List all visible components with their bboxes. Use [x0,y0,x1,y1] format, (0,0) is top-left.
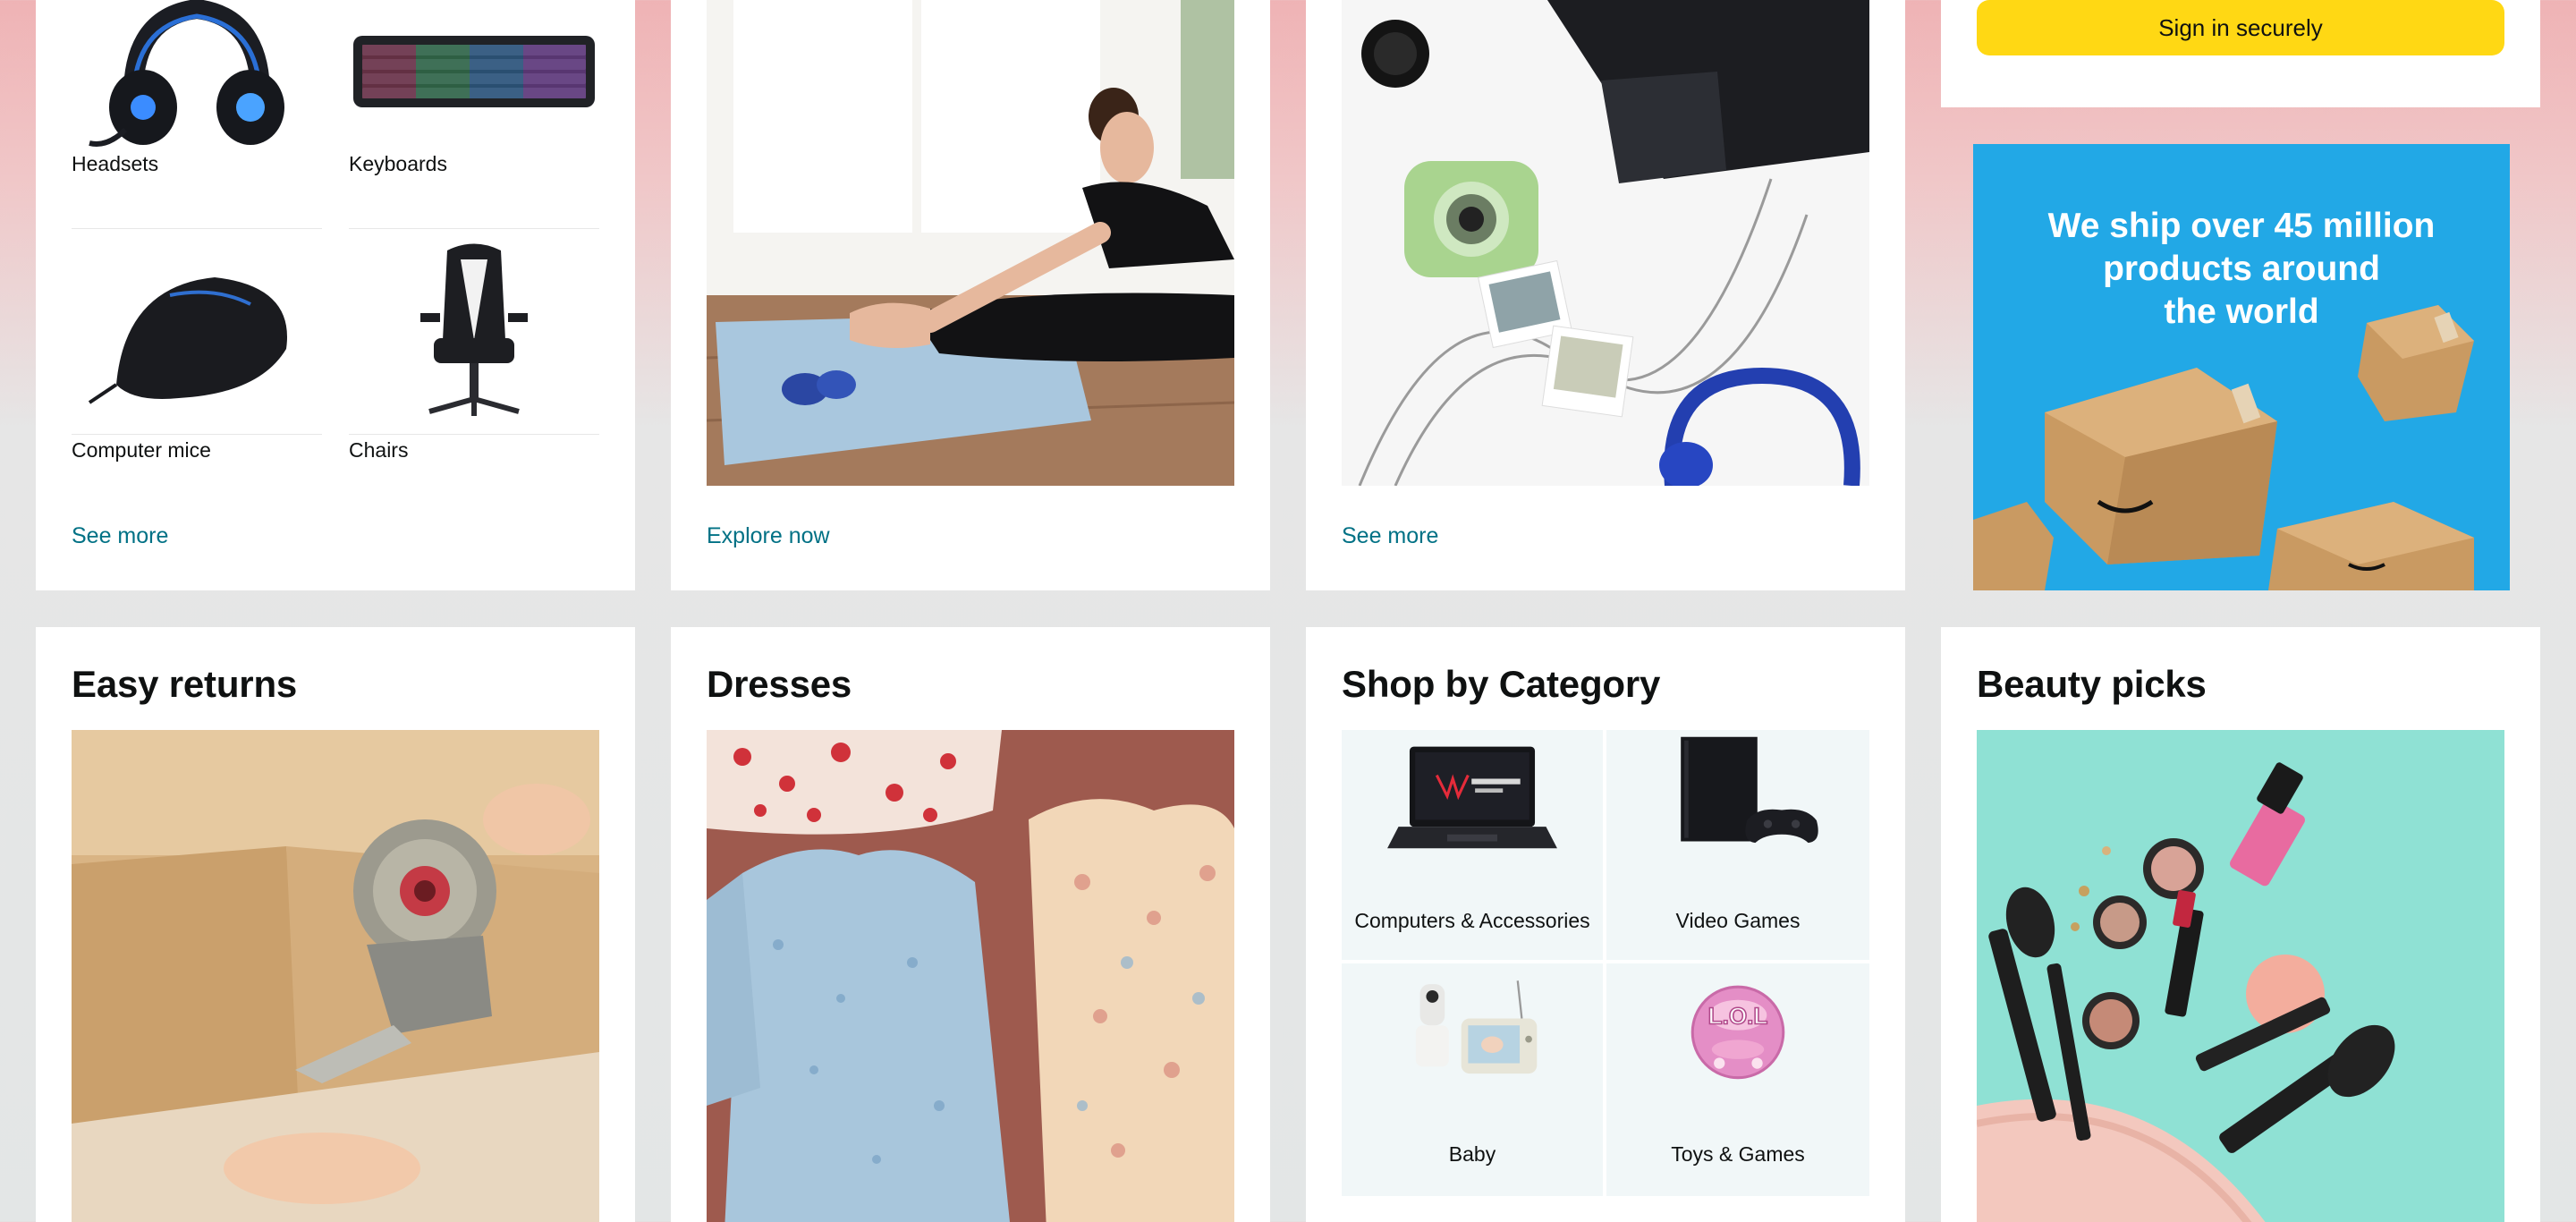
fitness-card: Explore now [671,0,1270,590]
tape-dispenser-image[interactable] [72,730,599,1222]
category-computers-accessories[interactable]: Computers & Accessories [1342,730,1603,960]
baby-monitor-icon [1415,980,1538,1074]
yoga-stretch-image[interactable] [707,0,1234,486]
tile-label-headsets[interactable]: Headsets [72,152,158,176]
game-console-icon [1681,736,1818,844]
desk-flatlay-image[interactable] [1342,0,1869,486]
tile-divider [349,434,599,435]
explore-now-link[interactable]: Explore now [707,523,830,549]
headset-image[interactable] [72,0,322,148]
svg-text:L.O.L: L.O.L [1708,1003,1768,1030]
tile-label-computer-mice[interactable]: Computer mice [72,438,211,462]
gaming-chair-image[interactable] [349,233,599,434]
dresses-image[interactable] [707,730,1234,1222]
desk-flatlay-card: See more [1306,0,1905,590]
beauty-picks-card: Beauty picks [1941,627,2540,1222]
card-title[interactable]: Beauty picks [1977,663,2207,706]
tile-divider [349,228,599,229]
keyboard-image[interactable] [349,0,599,148]
card-title[interactable]: Easy returns [72,663,297,706]
card-title[interactable]: Dresses [707,663,852,706]
category-baby[interactable]: Baby [1342,963,1603,1196]
gaming-accessories-card: Headsets Keyboards Computer mice Chairs … [36,0,635,590]
makeup-image[interactable] [1977,730,2504,1222]
shipping-boxes-illustration [1973,305,2474,590]
sign-in-securely-button[interactable]: Sign in securely [1977,0,2504,55]
toy-ball-icon: L.O.L [1690,985,1785,1080]
shop-by-category-card: Shop by Category Computers & Accessories… [1306,627,1905,1222]
category-label: Video Games [1675,909,1801,932]
see-more-link[interactable]: See more [72,523,168,549]
card-title[interactable]: Shop by Category [1342,663,1660,706]
category-label: Toys & Games [1671,1142,1805,1166]
signin-card: Sign in securely [1941,0,2540,107]
category-video-games[interactable]: Video Games [1606,730,1869,960]
we-ship-worldwide-banner[interactable]: We ship over 45 million products around … [1973,144,2510,590]
tile-label-keyboards[interactable]: Keyboards [349,152,447,176]
dresses-card: Dresses [671,627,1270,1222]
computer-mouse-image[interactable] [72,233,322,434]
easy-returns-card: Easy returns [36,627,635,1222]
category-toys-games[interactable]: L.O.L Toys & Games [1606,963,1869,1196]
laptop-icon [1387,746,1557,849]
tile-divider [72,434,322,435]
category-label: Computers & Accessories [1354,909,1590,932]
tile-label-chairs[interactable]: Chairs [349,438,408,462]
category-label: Baby [1448,1142,1496,1166]
see-more-link[interactable]: See more [1342,523,1438,549]
tile-divider [72,228,322,229]
